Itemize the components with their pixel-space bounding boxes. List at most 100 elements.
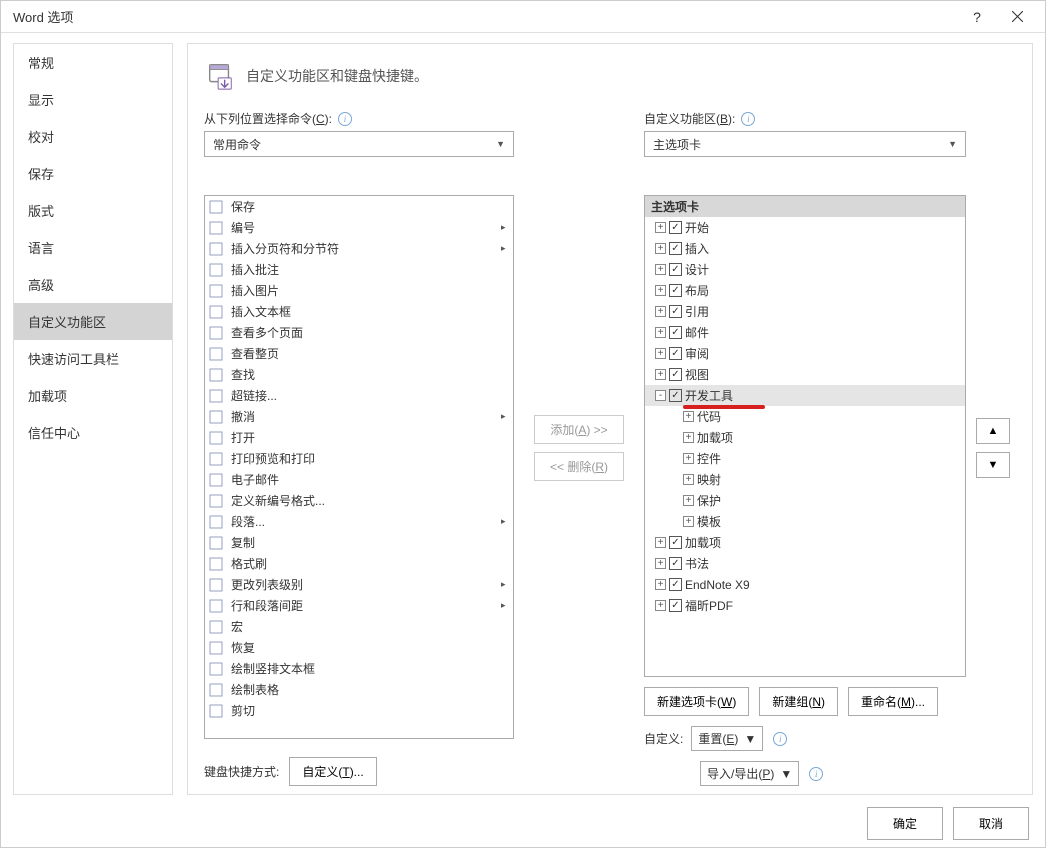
sidebar-item[interactable]: 信任中心 <box>14 414 172 451</box>
command-item[interactable]: 打印预览和打印 <box>205 448 513 469</box>
sidebar-item[interactable]: 加载项 <box>14 377 172 414</box>
command-item[interactable]: 撤消▸ <box>205 406 513 427</box>
command-item[interactable]: 插入分页符和分节符▸ <box>205 238 513 259</box>
customize-ribbon-combo[interactable]: 主选项卡▼ <box>644 131 966 157</box>
command-item[interactable]: 行和段落间距▸ <box>205 595 513 616</box>
tree-item[interactable]: +✓视图 <box>645 364 965 385</box>
expander-icon[interactable]: + <box>683 432 694 443</box>
tree-item[interactable]: +✓插入 <box>645 238 965 259</box>
customize-keyboard-button[interactable]: 自定义(T)... <box>289 757 376 786</box>
ok-button[interactable]: 确定 <box>867 807 943 840</box>
checkbox[interactable]: ✓ <box>669 221 682 234</box>
command-item[interactable]: 插入文本框 <box>205 301 513 322</box>
move-up-button[interactable]: ▲ <box>976 418 1010 444</box>
checkbox[interactable]: ✓ <box>669 284 682 297</box>
command-item[interactable]: 编号▸ <box>205 217 513 238</box>
choose-commands-combo[interactable]: 常用命令▼ <box>204 131 514 157</box>
help-button[interactable]: ? <box>957 1 997 33</box>
new-tab-button[interactable]: 新建选项卡(W) <box>644 687 749 716</box>
sidebar-item[interactable]: 校对 <box>14 118 172 155</box>
rename-button[interactable]: 重命名(M)... <box>848 687 938 716</box>
command-item[interactable]: 插入批注 <box>205 259 513 280</box>
ribbon-tree[interactable]: 主选项卡 +✓开始+✓插入+✓设计+✓布局+✓引用+✓邮件+✓审阅+✓视图-✓开… <box>644 195 966 677</box>
tree-item[interactable]: -✓开发工具 <box>645 385 965 406</box>
command-item[interactable]: 插入图片 <box>205 280 513 301</box>
tree-item[interactable]: +映射 <box>645 469 965 490</box>
new-group-button[interactable]: 新建组(N) <box>759 687 838 716</box>
checkbox[interactable]: ✓ <box>669 263 682 276</box>
checkbox[interactable]: ✓ <box>669 305 682 318</box>
tree-item[interactable]: +控件 <box>645 448 965 469</box>
sidebar-item[interactable]: 版式 <box>14 192 172 229</box>
command-item[interactable]: 段落...▸ <box>205 511 513 532</box>
command-item[interactable]: 宏 <box>205 616 513 637</box>
sidebar-item[interactable]: 高级 <box>14 266 172 303</box>
expander-icon[interactable]: + <box>655 369 666 380</box>
reset-combo[interactable]: 重置(E) ▼ <box>691 726 763 751</box>
add-button[interactable]: 添加(A) >> <box>534 415 624 444</box>
checkbox[interactable]: ✓ <box>669 242 682 255</box>
command-item[interactable]: 查看多个页面 <box>205 322 513 343</box>
command-item[interactable]: 绘制表格 <box>205 679 513 700</box>
checkbox[interactable]: ✓ <box>669 536 682 549</box>
command-item[interactable]: 打开 <box>205 427 513 448</box>
sidebar-item[interactable]: 常规 <box>14 44 172 81</box>
tree-item[interactable]: +加载项 <box>645 427 965 448</box>
command-item[interactable]: 保存 <box>205 196 513 217</box>
import-export-combo[interactable]: 导入/导出(P) ▼ <box>700 761 799 786</box>
expander-icon[interactable]: + <box>655 579 666 590</box>
info-icon[interactable]: i <box>741 112 755 126</box>
tree-item[interactable]: +✓加载项 <box>645 532 965 553</box>
sidebar-item[interactable]: 自定义功能区 <box>14 303 172 340</box>
command-item[interactable]: 电子邮件 <box>205 469 513 490</box>
tree-item[interactable]: +✓邮件 <box>645 322 965 343</box>
info-icon[interactable]: i <box>809 767 823 781</box>
expander-icon[interactable]: + <box>655 285 666 296</box>
tree-item[interactable]: +✓福昕PDF <box>645 595 965 616</box>
command-item[interactable]: 剪切 <box>205 700 513 721</box>
checkbox[interactable]: ✓ <box>669 389 682 402</box>
checkbox[interactable]: ✓ <box>669 368 682 381</box>
expander-icon[interactable]: + <box>683 411 694 422</box>
tree-item[interactable]: +✓布局 <box>645 280 965 301</box>
expander-icon[interactable]: + <box>655 243 666 254</box>
tree-item[interactable]: +✓审阅 <box>645 343 965 364</box>
info-icon[interactable]: i <box>773 732 787 746</box>
expander-icon[interactable]: + <box>655 222 666 233</box>
tree-item[interactable]: +✓书法 <box>645 553 965 574</box>
expander-icon[interactable]: + <box>683 453 694 464</box>
expander-icon[interactable]: + <box>683 495 694 506</box>
sidebar-item[interactable]: 语言 <box>14 229 172 266</box>
command-item[interactable]: 格式刷 <box>205 553 513 574</box>
command-item[interactable]: 更改列表级别▸ <box>205 574 513 595</box>
close-button[interactable] <box>997 1 1037 33</box>
sidebar-item[interactable]: 显示 <box>14 81 172 118</box>
command-item[interactable]: 查看整页 <box>205 343 513 364</box>
checkbox[interactable]: ✓ <box>669 599 682 612</box>
sidebar-item[interactable]: 保存 <box>14 155 172 192</box>
cancel-button[interactable]: 取消 <box>953 807 1029 840</box>
command-item[interactable]: 复制 <box>205 532 513 553</box>
tree-item[interactable]: +✓开始 <box>645 217 965 238</box>
tree-item[interactable]: +模板 <box>645 511 965 532</box>
expander-icon[interactable]: + <box>655 600 666 611</box>
tree-item[interactable]: +✓设计 <box>645 259 965 280</box>
command-item[interactable]: 超链接... <box>205 385 513 406</box>
expander-icon[interactable]: + <box>655 264 666 275</box>
expander-icon[interactable]: + <box>655 558 666 569</box>
expander-icon[interactable]: + <box>655 327 666 338</box>
command-item[interactable]: 恢复 <box>205 637 513 658</box>
expander-icon[interactable]: + <box>683 516 694 527</box>
expander-icon[interactable]: + <box>655 348 666 359</box>
expander-icon[interactable]: + <box>655 537 666 548</box>
info-icon[interactable]: i <box>338 112 352 126</box>
expander-icon[interactable]: + <box>655 306 666 317</box>
command-item[interactable]: 查找 <box>205 364 513 385</box>
move-down-button[interactable]: ▼ <box>976 452 1010 478</box>
command-item[interactable]: 绘制竖排文本框 <box>205 658 513 679</box>
checkbox[interactable]: ✓ <box>669 557 682 570</box>
sidebar-item[interactable]: 快速访问工具栏 <box>14 340 172 377</box>
commands-listbox[interactable]: 保存编号▸插入分页符和分节符▸插入批注插入图片插入文本框查看多个页面查看整页查找… <box>204 195 514 739</box>
tree-item[interactable]: +✓EndNote X9 <box>645 574 965 595</box>
expander-icon[interactable]: + <box>683 474 694 485</box>
